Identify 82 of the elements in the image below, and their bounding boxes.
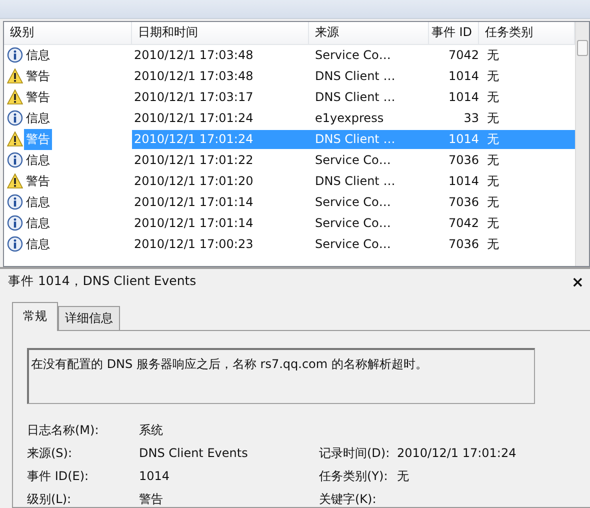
table-cell-text: 7042 bbox=[447, 216, 479, 230]
info-icon bbox=[7, 110, 23, 126]
table-cell-text: Service Co… bbox=[314, 153, 392, 168]
info-icon bbox=[7, 152, 23, 168]
field-label: 关键字(K): bbox=[319, 490, 378, 508]
table-cell-text: DNS Client … bbox=[314, 132, 396, 146]
field-value: 系统 bbox=[139, 422, 164, 438]
field-label: 级别(L): bbox=[27, 490, 72, 508]
panel-title: 事件 1014，DNS Client Events bbox=[8, 273, 196, 290]
table-cell-text: 1014 bbox=[447, 69, 479, 84]
table-cell-text: 无 bbox=[486, 214, 500, 232]
table-cell-text: 无 bbox=[486, 68, 500, 85]
level-cell[interactable]: 信息 bbox=[24, 192, 52, 213]
warning-icon bbox=[7, 173, 23, 190]
warning-icon bbox=[7, 89, 23, 106]
field-value: DNS Client Events bbox=[139, 446, 249, 460]
table-cell-text: 2010/12/1 17:01:14 bbox=[133, 195, 254, 210]
table-cell-text: 1014 bbox=[447, 174, 479, 188]
table-cell-text: e1yexpress bbox=[314, 111, 385, 126]
table-cell-text: 7036 bbox=[447, 153, 479, 168]
level-cell[interactable]: 警告 bbox=[24, 66, 52, 87]
table-cell-text: 2010/12/1 17:03:17 bbox=[133, 90, 254, 104]
warning-icon bbox=[7, 68, 23, 84]
tab[interactable]: 详细信息 bbox=[58, 306, 120, 330]
column-header[interactable]: 事件 ID bbox=[429, 22, 479, 44]
scrollbar[interactable] bbox=[575, 22, 589, 266]
table-cell-text: 2010/12/1 17:03:48 bbox=[133, 48, 254, 62]
table-cell-text: 无 bbox=[486, 88, 500, 106]
level-cell[interactable]: 信息 bbox=[24, 44, 52, 66]
field-label: 来源(S): bbox=[27, 444, 74, 462]
table-cell-text: 2010/12/1 17:01:14 bbox=[133, 216, 254, 230]
table-cell-text: 2010/12/1 17:01:22 bbox=[133, 153, 254, 168]
table-cell-text: 无 bbox=[486, 236, 500, 253]
table-cell-text: 2010/12/1 17:01:24 bbox=[133, 111, 254, 126]
table-cell-text: 无 bbox=[486, 152, 500, 169]
level-cell[interactable]: 信息 bbox=[24, 212, 52, 234]
table-cell-text: Service Co… bbox=[314, 195, 392, 210]
level-cell[interactable]: 警告 bbox=[24, 170, 52, 192]
table-cell-text: 1014 bbox=[447, 132, 479, 146]
table-cell-text: Service Co… bbox=[314, 216, 392, 230]
warning-icon bbox=[7, 131, 23, 148]
message-text: 在没有配置的 DNS 服务器响应之后，名称 rs7.qq.com 的名称解析超时。 bbox=[31, 357, 428, 371]
column-header[interactable]: 级别 bbox=[4, 22, 132, 44]
field-value: 1014 bbox=[139, 469, 171, 483]
level-cell[interactable]: 信息 bbox=[24, 234, 52, 255]
level-cell[interactable]: 信息 bbox=[24, 108, 52, 129]
column-header[interactable]: 来源 bbox=[309, 22, 429, 44]
table-cell-text: 2010/12/1 17:00:23 bbox=[133, 237, 254, 252]
table-cell-text: 2010/12/1 17:01:24 bbox=[133, 132, 254, 146]
field-value: 无 bbox=[397, 468, 410, 484]
close-button[interactable]: × bbox=[571, 274, 584, 288]
table-cell-text: Service Co… bbox=[314, 237, 392, 252]
level-cell[interactable]: 信息 bbox=[24, 150, 52, 171]
table-cell-text: 无 bbox=[486, 46, 500, 64]
column-header[interactable]: 日期和时间 bbox=[132, 22, 309, 44]
tab[interactable]: 常规 bbox=[12, 302, 58, 331]
table-cell-text: DNS Client … bbox=[314, 90, 396, 104]
table-cell-text: 无 bbox=[486, 110, 500, 127]
info-icon bbox=[7, 236, 23, 252]
info-icon bbox=[7, 194, 23, 210]
level-cell[interactable]: 警告 bbox=[24, 86, 52, 108]
field-value: 2010/12/1 17:01:24 bbox=[397, 446, 518, 460]
info-icon bbox=[7, 47, 23, 64]
table-cell-text: 无 bbox=[486, 194, 500, 211]
field-value: 警告 bbox=[139, 490, 164, 508]
field-label: 记录时间(D): bbox=[319, 444, 391, 462]
field-label: 日志名称(M): bbox=[27, 422, 100, 438]
table-cell-text: 7036 bbox=[447, 237, 479, 252]
table-cell-text: 2010/12/1 17:01:20 bbox=[133, 174, 254, 188]
table-cell-text: 33 bbox=[462, 111, 479, 126]
table-cell-text: Service Co… bbox=[314, 48, 392, 62]
info-icon bbox=[7, 215, 23, 232]
field-label: 事件 ID(E): bbox=[27, 468, 90, 484]
table-cell-text: DNS Client … bbox=[314, 174, 396, 188]
table-cell-text: 无 bbox=[486, 130, 500, 148]
table-cell-text: 2010/12/1 17:03:48 bbox=[133, 69, 254, 84]
table-cell-text: DNS Client … bbox=[314, 69, 396, 84]
table-cell-text: 7036 bbox=[447, 195, 479, 210]
table-cell-text: 1014 bbox=[447, 90, 479, 104]
field-label: 任务类别(Y): bbox=[319, 468, 389, 484]
table-cell-text: 无 bbox=[486, 172, 500, 190]
table-cell-text: 7042 bbox=[447, 48, 479, 62]
